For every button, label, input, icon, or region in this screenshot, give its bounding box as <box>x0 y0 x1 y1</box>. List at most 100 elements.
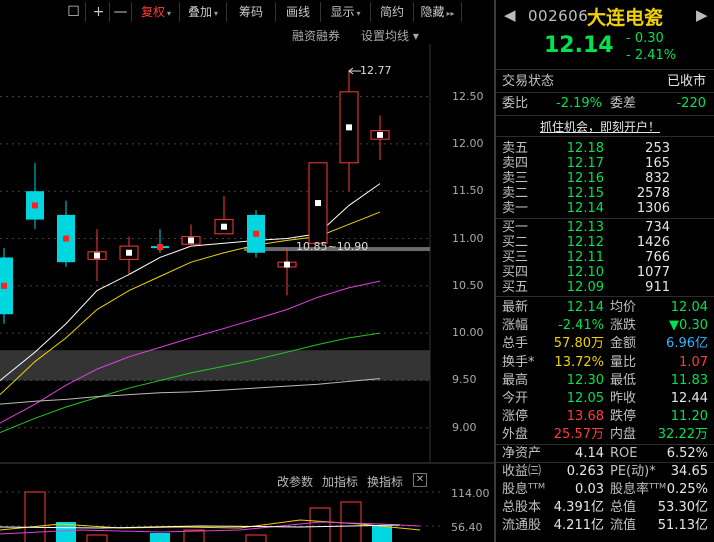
last-price: 12.14 <box>544 33 614 58</box>
order-ratio-value: -2.19% <box>556 96 602 111</box>
stat-value: 51.13亿 <box>657 518 708 534</box>
bids-row[interactable]: 买三 12.11 766 <box>496 250 714 265</box>
order-diff-label: 委差 <box>610 96 637 111</box>
indicator-bar <box>309 507 331 542</box>
level-volume: 2578 <box>636 186 670 201</box>
level-volume: 1426 <box>636 235 670 250</box>
level-price: 12.16 <box>566 171 604 186</box>
bids-row[interactable]: 买二 12.12 1426 <box>496 235 714 250</box>
stat-value: 6.96亿 <box>666 336 708 352</box>
asks-row[interactable]: 卖三 12.16 832 <box>496 171 714 186</box>
level-volume: 253 <box>645 141 670 156</box>
price-change: - 0.30 <box>626 31 664 46</box>
stat-value: 4.391亿 <box>553 500 604 516</box>
stat-value: 34.65 <box>670 463 708 479</box>
kline-chart-area[interactable]: ☐ + — 复权 ▾ 叠加 ▾ 筹码 画线 显示 ▾ 简约 隐藏 ▸▸ 融资融券 设置均线 ▾ 12.50… <box>0 0 494 542</box>
stats-row: 总手 57.80万 金额 6.96亿 <box>496 335 714 353</box>
stat-value: 13.68 <box>566 409 604 425</box>
indicator-bar <box>340 501 362 542</box>
stat-label: 涨幅 <box>502 318 529 334</box>
level-label: 卖二 <box>502 186 529 201</box>
stat-label: 昨收 <box>610 391 637 406</box>
level-label: 买四 <box>502 265 529 280</box>
level-volume: 734 <box>645 220 670 235</box>
stats-row: 外盘 25.57万 内盘 32.22万 <box>496 426 714 444</box>
quote-panel: ◀ 002606 大连电瓷 ▶ 12.14 - 0.30 - 2.41% 交易状… <box>494 0 714 542</box>
stat-value: 0.03 <box>575 482 604 497</box>
indicator-plot[interactable] <box>0 0 494 542</box>
stats-row: 净资产 4.14 ROE 6.52% <box>496 445 714 463</box>
stat-value: 53.30亿 <box>657 500 708 516</box>
level-price: 12.09 <box>566 280 604 295</box>
level-volume: 165 <box>645 156 670 171</box>
stat-value: 12.14 <box>566 300 604 315</box>
stat-value: 4.211亿 <box>553 518 604 534</box>
prev-stock-icon[interactable]: ◀ <box>504 6 516 24</box>
stats-row: 涨幅 -2.41% 涨跌 ▼0.30 <box>496 317 714 335</box>
orderbook-divider <box>496 218 714 219</box>
bids-row[interactable]: 买一 12.13 734 <box>496 220 714 235</box>
stat-label: 量比 <box>610 354 637 370</box>
stat-label: 跌停 <box>610 409 637 425</box>
trade-status-row: 交易状态 已收市 <box>496 73 714 91</box>
indicator-bar <box>150 533 170 542</box>
stat-value: ▼0.30 <box>669 318 708 334</box>
stat-label: 均价 <box>610 300 637 315</box>
stat-label: ROE <box>610 445 638 461</box>
asks-row[interactable]: 卖四 12.17 165 <box>496 156 714 171</box>
level-price: 12.12 <box>566 235 604 250</box>
trade-status-value: 已收市 <box>666 74 706 89</box>
stat-label: PE(动)* <box>610 463 656 479</box>
stats-row: 最新 12.14 均价 12.04 <box>496 299 714 317</box>
indicator-bar <box>24 491 46 542</box>
order-ratio-row: 委比 -2.19% 委差 -220 <box>496 95 714 113</box>
stat-label: 最新 <box>502 300 529 315</box>
stats-row: 今开 12.05 昨收 12.44 <box>496 390 714 408</box>
indicator-bar <box>372 526 392 542</box>
asks-row[interactable]: 卖二 12.15 2578 <box>496 186 714 201</box>
stat-value: 6.52% <box>666 445 708 461</box>
bids-row[interactable]: 买五 12.09 911 <box>496 280 714 295</box>
stats-row: 流通股 4.211亿 流值 51.13亿 <box>496 517 714 535</box>
stat-value: 1.07 <box>679 354 708 370</box>
level-label: 卖四 <box>502 156 529 171</box>
stats-row: 涨停 13.68 跌停 11.20 <box>496 408 714 426</box>
stat-value: 12.44 <box>670 391 708 406</box>
price-change-pct: - 2.41% <box>626 48 677 63</box>
stat-label: 收益㈢ <box>502 463 542 479</box>
bids-row[interactable]: 买四 12.10 1077 <box>496 265 714 280</box>
stat-label: 外盘 <box>502 427 529 443</box>
level-price: 12.11 <box>566 250 604 265</box>
level-price: 12.10 <box>566 265 604 280</box>
indicator-bar <box>86 534 108 542</box>
level-label: 买二 <box>502 235 529 250</box>
level-volume: 1306 <box>636 201 670 216</box>
stat-value: 12.04 <box>670 300 708 315</box>
asks-row[interactable]: 卖一 12.14 1306 <box>496 201 714 216</box>
order-diff-value: -220 <box>676 96 706 111</box>
stats-row: 收益㈢ 0.263 PE(动)* 34.65 <box>496 463 714 481</box>
stat-value: 4.14 <box>575 445 604 461</box>
stats-row: 股息ᵀᵀᴹ 0.03 股息率ᵀᵀᴹ 0.25% <box>496 481 714 499</box>
stats-row: 总股本 4.391亿 总值 53.30亿 <box>496 499 714 517</box>
indicator-axis-top: 114.00 <box>451 487 490 500</box>
indicator-axis-mid: 56.40 <box>451 521 483 534</box>
stat-label: 股息ᵀᵀᴹ <box>502 482 546 497</box>
stat-value: 12.30 <box>566 372 604 388</box>
trade-status-label: 交易状态 <box>502 74 555 89</box>
stat-label: 总股本 <box>502 500 542 516</box>
stats-row: 最高 12.30 最低 11.83 <box>496 372 714 390</box>
order-ratio-label: 委比 <box>502 96 529 111</box>
stat-value: 25.57万 <box>553 427 604 443</box>
level-price: 12.14 <box>566 201 604 216</box>
next-stock-icon[interactable]: ▶ <box>696 6 708 24</box>
asks-row[interactable]: 卖五 12.18 253 <box>496 141 714 156</box>
stat-label: 最低 <box>610 372 637 388</box>
quote-header: ◀ 002606 大连电瓷 ▶ 12.14 - 0.30 - 2.41% <box>496 0 714 70</box>
open-account-link[interactable]: 抓住机会，即刻开户！ <box>540 118 660 135</box>
stat-value: 11.83 <box>670 372 708 388</box>
level-label: 买一 <box>502 220 529 235</box>
stat-value: -2.41% <box>558 318 604 334</box>
stat-label: 最高 <box>502 372 529 388</box>
level-label: 卖三 <box>502 171 529 186</box>
